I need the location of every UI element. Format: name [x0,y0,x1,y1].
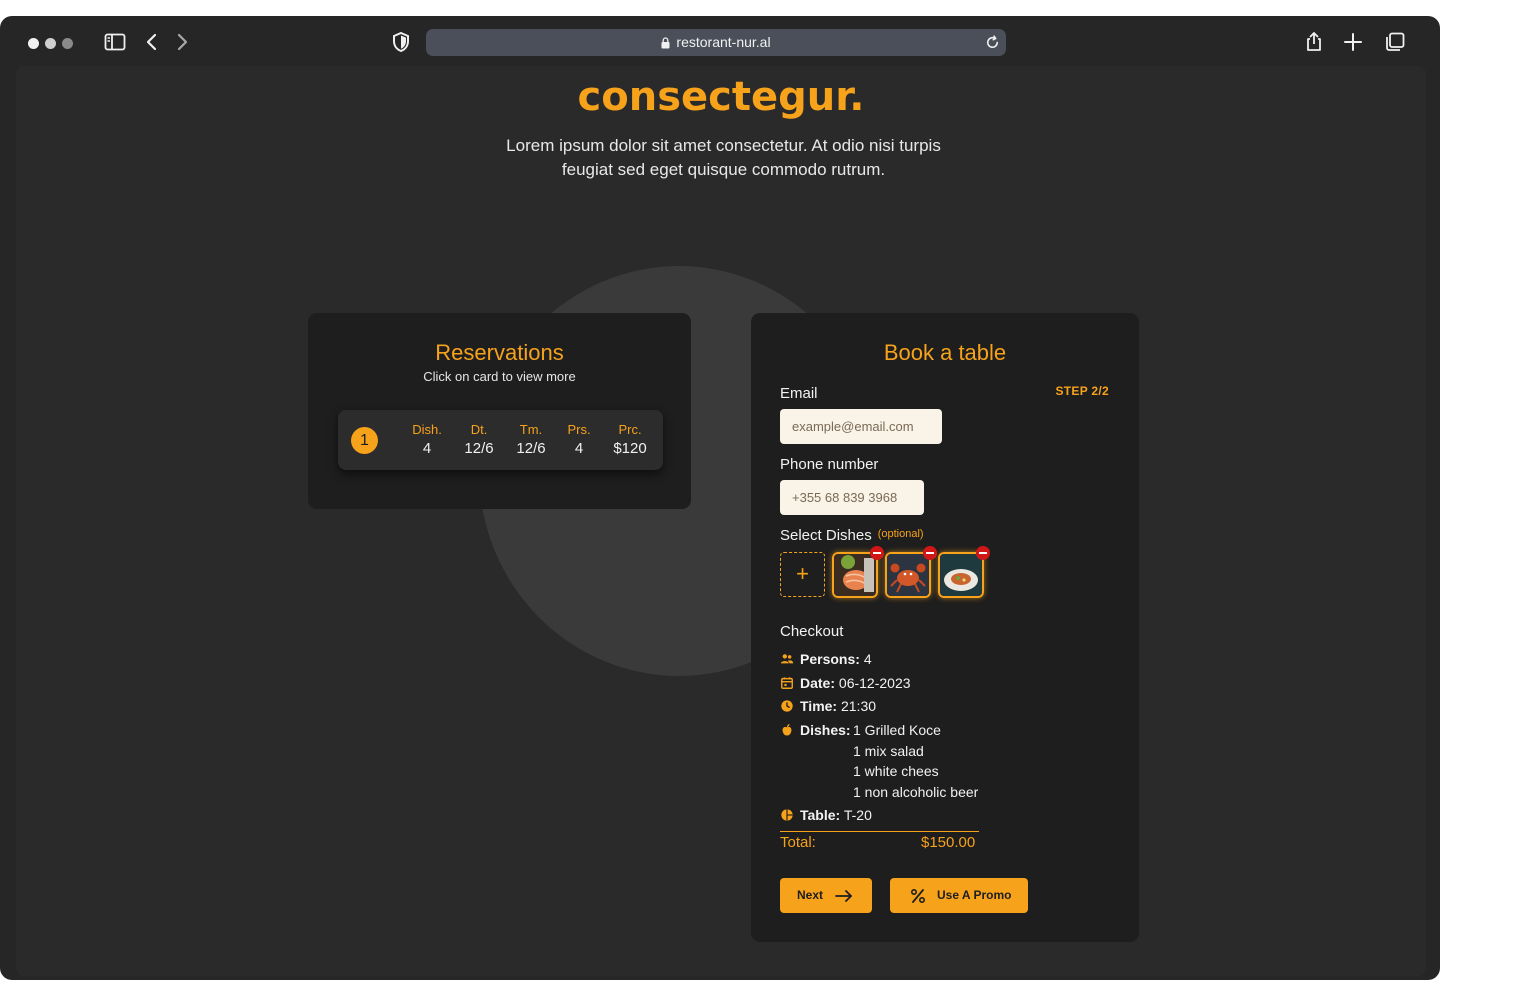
remove-dish-button[interactable] [923,546,937,560]
add-dish-button[interactable]: + [780,552,825,597]
checkout-dish-item: 1 white chees [853,763,939,779]
select-dishes-label: Select Dishes (optional) [780,527,924,544]
persons-value: 4 [863,651,872,667]
close-window-dot[interactable] [28,38,39,49]
hero-headline: consectegur. [577,74,865,120]
dish-thumbnail-crab[interactable] [885,546,937,598]
reservations-card: Reservations Click on card to view more … [308,313,691,509]
new-tab-icon[interactable] [1341,30,1365,54]
col-value: 12/6 [464,440,494,457]
salmon-dish-image [834,554,876,596]
clock-icon [781,700,793,712]
persons-label: Persons: [800,651,860,667]
next-button[interactable]: Next [780,878,872,913]
share-icon[interactable] [1302,30,1326,54]
phone-field[interactable]: +355 68 839 3968 [780,480,924,515]
soup-dish-image [940,554,982,596]
phone-label: Phone number [780,456,879,473]
col-value: 4 [574,440,584,457]
checkout-table: Table: T-20 [780,805,872,825]
email-label: Email [780,385,818,402]
url-text-wrap: restorant-nur.al [426,29,1006,56]
date-label: Date: [800,675,836,691]
checkout-dish-item: 1 non alcoholic beer [853,784,979,800]
window-controls [28,38,73,49]
col-value: 12/6 [516,440,546,457]
remove-dish-button[interactable] [870,546,884,560]
col-value: $120 [613,440,647,457]
reservation-col-date: Dt. 12/6 [454,422,504,460]
crab-dish-image [887,554,929,596]
dish-thumbnail-salmon[interactable] [832,546,884,598]
next-button-label: Next [797,888,824,902]
checkout-time: Time: 21:30 [780,696,876,716]
col-value: 4 [422,440,432,457]
url-text: restorant-nur.al [676,34,771,50]
browser-toolbar: restorant-nur.al [0,16,1440,68]
optional-tag: (optional) [877,528,924,540]
address-bar[interactable]: restorant-nur.al [426,29,1006,56]
shield-icon[interactable] [389,30,413,54]
table-label: Table: [800,807,841,823]
book-table-card: Book a table STEP 2/2 Email example@emai… [751,313,1139,942]
reservations-title: Reservations [435,340,564,365]
tab-overview-icon[interactable] [1383,30,1407,54]
checkout-dish-item: 1 Grilled Koce [853,722,941,738]
step-indicator: STEP 2/2 [1055,384,1109,398]
col-header: Prc. [618,422,642,437]
pie-icon [781,809,793,821]
email-field[interactable]: example@email.com [780,409,942,444]
select-dishes-text: Select Dishes [780,527,872,544]
col-header: Dish. [412,422,442,437]
people-icon [780,654,794,664]
reservation-col-persons: Prs. 4 [554,422,604,460]
checkout-date: Date: 06-12-2023 [780,673,911,693]
col-header: Dt. [470,422,488,437]
minimize-window-dot[interactable] [45,38,56,49]
col-header: Prs. [567,422,591,437]
reservations-subtitle: Click on card to view more [423,369,576,384]
total-divider [780,831,979,832]
remove-dish-button[interactable] [976,546,990,560]
page-content: consectegur. Lorem ipsum dolor sit amet … [16,66,1426,976]
time-value: 21:30 [840,698,877,714]
dish-thumbnail-soup[interactable] [938,546,990,598]
zoom-window-dot[interactable] [62,38,73,49]
calendar-icon [781,677,793,689]
browser-window: restorant-nur.al consectegur. Lorem ipsu… [0,16,1440,980]
apple-icon [782,724,792,736]
forward-icon[interactable] [170,30,194,54]
percent-icon [910,888,926,904]
checkout-title: Checkout [780,623,844,640]
reservation-col-price: Prc. $120 [605,422,655,460]
total-value: $150.00 [921,834,976,851]
book-table-title: Book a table [883,340,1007,365]
total-label: Total: [780,834,816,851]
sidebar-toggle-icon[interactable] [103,30,127,54]
col-header: Tm. [519,422,543,437]
use-promo-label: Use A Promo [937,888,1012,902]
checkout-persons: Persons: 4 [780,649,872,669]
hero-subtext: Lorem ipsum dolor sit amet consectetur. … [506,136,941,179]
reservation-card[interactable]: 1 Dish. 4 Dt. 12/6 Tm. 12/6 Prs. 4 Prc. … [338,410,663,470]
reservation-col-dishes: Dish. 4 [402,422,452,460]
table-value: T-20 [843,807,872,823]
checkout-dish-item: 1 mix salad [853,743,924,759]
time-label: Time: [800,698,838,714]
dishes-label: Dishes: [800,722,851,738]
checkout-dishes: Dishes: [780,720,851,740]
reload-icon[interactable] [983,33,1002,52]
reservation-number-badge: 1 [351,427,378,454]
arrow-right-icon [835,890,852,902]
back-icon[interactable] [140,30,164,54]
lock-icon [661,37,670,49]
date-value: 06-12-2023 [838,675,911,691]
use-promo-button[interactable]: Use A Promo [890,878,1028,913]
reservation-col-time: Tm. 12/6 [506,422,556,460]
